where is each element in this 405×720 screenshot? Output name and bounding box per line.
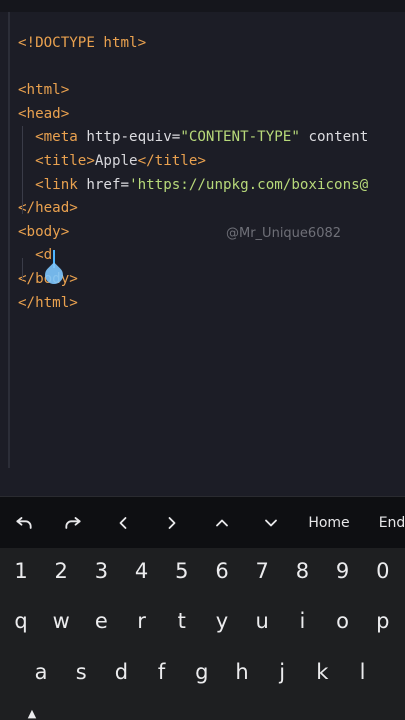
chevron-down-icon <box>265 519 277 527</box>
end-button[interactable]: End <box>372 497 405 549</box>
shift-key-partial[interactable]: ▲ <box>26 708 38 720</box>
code-token: <meta <box>18 129 87 146</box>
key-5[interactable]: 5 <box>162 547 202 595</box>
chevron-right-icon <box>168 517 176 529</box>
code-token: <!DOCTYPE html> <box>18 35 147 51</box>
chevron-left-icon <box>119 517 127 529</box>
redo-icon <box>65 517 81 529</box>
indent-guide <box>22 126 23 214</box>
key-i[interactable]: i <box>282 597 322 645</box>
code-token: </title> <box>137 153 206 169</box>
letter-key-row-1: qwertyuiop <box>0 597 405 645</box>
undo-icon <box>16 517 32 529</box>
key-y[interactable]: y <box>202 597 242 645</box>
letter-key-row-2: asdfghjkl <box>0 648 405 696</box>
key-u[interactable]: u <box>242 597 282 645</box>
key-1[interactable]: 1 <box>1 547 41 595</box>
key-s[interactable]: s <box>61 648 101 696</box>
cursor-left-button[interactable] <box>103 497 143 549</box>
cursor-up-button[interactable] <box>202 497 242 549</box>
code-token: <body> <box>18 223 70 240</box>
code-line-body-open[interactable]: <body> <box>18 221 69 243</box>
code-line-link[interactable]: <link href='https://unpkg.com/boxicons@ <box>18 174 368 196</box>
key-q[interactable]: q <box>1 597 41 645</box>
code-token: <title> <box>18 153 95 169</box>
code-line-typing[interactable]: <d <box>18 244 52 266</box>
redo-button[interactable] <box>53 497 93 549</box>
code-line-html-close[interactable]: </html> <box>18 292 78 314</box>
code-token: 'https://unpkg.com/boxicons@ <box>129 176 369 193</box>
key-g[interactable]: g <box>182 648 222 696</box>
code-token: <d <box>18 247 53 264</box>
code-editor[interactable]: <!DOCTYPE html> <html> <head> <meta http-e… <box>0 12 405 496</box>
key-o[interactable]: o <box>323 597 363 645</box>
soft-keyboard: Home End 1234567890 qwertyuiop asdfghjkl… <box>0 496 405 720</box>
key-j[interactable]: j <box>262 648 302 696</box>
key-0[interactable]: 0 <box>363 547 403 595</box>
key-f[interactable]: f <box>142 648 182 696</box>
watermark-text: @Mr_Unique6082 <box>226 226 342 241</box>
code-line-meta[interactable]: <meta http-equiv="CONTENT-TYPE" content <box>18 126 368 148</box>
cursor-right-button[interactable] <box>152 497 192 549</box>
chevron-up-icon <box>216 519 228 527</box>
key-9[interactable]: 9 <box>323 547 363 595</box>
code-line-head-open[interactable]: <head> <box>18 103 69 125</box>
code-token: <head> <box>18 105 70 122</box>
key-4[interactable]: 4 <box>122 547 162 595</box>
status-bar <box>0 0 405 12</box>
number-key-row: 1234567890 <box>0 547 405 595</box>
code-token: content <box>299 129 369 146</box>
indent-guide <box>22 258 23 280</box>
key-k[interactable]: k <box>302 648 342 696</box>
bottom-key-row-partial: ▲ <box>0 708 405 720</box>
cursor-down-button[interactable] <box>251 497 291 549</box>
key-w[interactable]: w <box>41 597 81 645</box>
key-2[interactable]: 2 <box>41 547 81 595</box>
key-6[interactable]: 6 <box>202 547 242 595</box>
key-8[interactable]: 8 <box>282 547 322 595</box>
code-token: http-equiv= <box>86 129 181 146</box>
code-line-head-close[interactable]: </head> <box>18 197 78 219</box>
undo-button[interactable] <box>4 497 44 549</box>
code-token: </head> <box>18 200 78 217</box>
key-e[interactable]: e <box>81 597 121 645</box>
key-a[interactable]: a <box>21 648 61 696</box>
code-line-html-open[interactable]: <html> <box>18 79 69 101</box>
code-token: "CONTENT-TYPE" <box>180 129 300 146</box>
gutter-divider <box>8 12 10 468</box>
home-button[interactable]: Home <box>302 497 356 549</box>
code-token: </html> <box>18 294 78 311</box>
key-l[interactable]: l <box>343 648 383 696</box>
code-token: <link <box>18 176 87 193</box>
key-h[interactable]: h <box>222 648 262 696</box>
key-r[interactable]: r <box>122 597 162 645</box>
code-token: Apple <box>94 153 138 169</box>
key-3[interactable]: 3 <box>81 547 121 595</box>
key-d[interactable]: d <box>101 648 141 696</box>
editor-key-toolbar: Home End <box>0 496 405 548</box>
code-line-title[interactable]: <title>Apple</title> <box>18 150 206 172</box>
key-p[interactable]: p <box>363 597 403 645</box>
key-t[interactable]: t <box>162 597 202 645</box>
key-7[interactable]: 7 <box>242 547 282 595</box>
code-line-doctype[interactable]: <!DOCTYPE html> <box>18 32 146 54</box>
code-token: href= <box>86 176 130 193</box>
code-token: <html> <box>18 82 70 99</box>
